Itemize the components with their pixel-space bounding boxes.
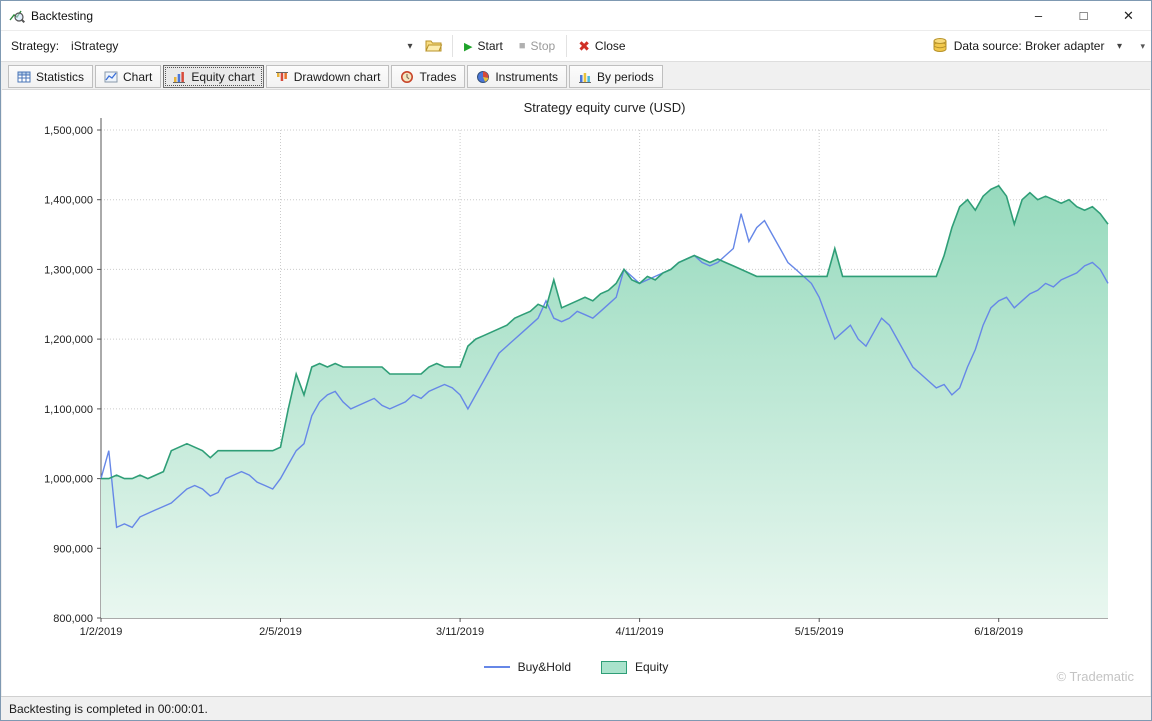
svg-text:900,000: 900,000 <box>53 543 93 555</box>
strategy-value: iStrategy <box>67 39 401 53</box>
svg-text:1,200,000: 1,200,000 <box>44 334 93 346</box>
svg-text:3/11/2019: 3/11/2019 <box>436 626 484 638</box>
tab-drawdown-chart[interactable]: Drawdown chart <box>266 65 390 88</box>
svg-text:6/18/2019: 6/18/2019 <box>974 626 1023 638</box>
legend-label: Buy&Hold <box>518 660 571 674</box>
statistics-icon <box>17 70 31 84</box>
maximize-button[interactable]: □ <box>1061 1 1106 30</box>
datasource-label: Data source: Broker adapter <box>954 39 1105 53</box>
close-window-button[interactable]: ✕ <box>1106 1 1151 30</box>
datasource-icon <box>932 37 948 56</box>
backtesting-window: Backtesting – □ ✕ Strategy: iStrategy ▾ … <box>0 0 1152 721</box>
svg-text:1,100,000: 1,100,000 <box>44 404 93 416</box>
buyhold-line-swatch <box>484 666 510 668</box>
tab-by-periods[interactable]: By periods <box>569 65 663 88</box>
equity-chart-panel: Strategy equity curve (USD) 800,000 900,00… <box>2 89 1150 696</box>
close-icon: ✖ <box>578 38 590 55</box>
legend-label: Equity <box>635 660 668 674</box>
toolbar-separator <box>566 35 567 57</box>
svg-text:5/15/2019: 5/15/2019 <box>795 626 844 638</box>
tab-chart[interactable]: Chart <box>95 65 161 88</box>
svg-text:2/5/2019: 2/5/2019 <box>259 626 302 638</box>
strategy-label: Strategy: <box>11 39 59 53</box>
instruments-icon <box>476 70 490 84</box>
start-icon: ▶ <box>464 40 472 53</box>
close-backtest-button[interactable]: ✖ Close <box>570 33 633 59</box>
titlebar: Backtesting – □ ✕ <box>1 1 1151 31</box>
tab-trades[interactable]: Trades <box>391 65 465 88</box>
tab-statistics[interactable]: Statistics <box>8 65 93 88</box>
tabstrip: Statistics Chart Equity chart Drawdown c… <box>1 62 1151 89</box>
trades-icon <box>400 70 414 84</box>
statusbar: Backtesting is completed in 00:00:01. <box>1 696 1151 720</box>
equity-chart: Strategy equity curve (USD) 800,000 900,00… <box>6 90 1146 646</box>
chevron-down-icon[interactable]: ▾ <box>401 41 419 52</box>
svg-text:1,000,000: 1,000,000 <box>44 474 93 486</box>
open-strategy-button[interactable] <box>419 33 449 59</box>
chart-legend: Buy&Hold Equity <box>2 660 1150 674</box>
svg-text:1,400,000: 1,400,000 <box>44 195 93 207</box>
strategy-combobox[interactable]: iStrategy ▾ <box>67 34 419 58</box>
app-icon <box>9 8 25 24</box>
toolbar-separator <box>452 35 453 57</box>
window-title: Backtesting <box>31 9 93 23</box>
svg-text:1,300,000: 1,300,000 <box>44 264 93 276</box>
datasource-dropdown[interactable]: ▾ <box>1110 41 1128 52</box>
stop-icon: ■ <box>519 40 526 52</box>
svg-text:1/2/2019: 1/2/2019 <box>80 626 123 638</box>
watermark: © Tradematic <box>1057 669 1135 684</box>
tab-equity-chart[interactable]: Equity chart <box>163 65 263 88</box>
legend-item-equity: Equity <box>601 660 668 674</box>
minimize-button[interactable]: – <box>1016 1 1061 30</box>
by-periods-icon <box>578 70 592 84</box>
svg-text:4/11/2019: 4/11/2019 <box>616 626 664 638</box>
drawdown-chart-icon <box>275 70 289 84</box>
svg-text:800,000: 800,000 <box>53 613 93 625</box>
stop-button[interactable]: ■ Stop <box>511 33 563 59</box>
equity-chart-icon <box>172 70 186 84</box>
toolbar: Strategy: iStrategy ▾ ▶ Start ■ Stop ✖ C… <box>1 31 1151 62</box>
chart-icon <box>104 70 118 84</box>
tab-instruments[interactable]: Instruments <box>467 65 567 88</box>
svg-text:Strategy equity curve (USD): Strategy equity curve (USD) <box>524 100 686 115</box>
equity-area-swatch <box>601 661 627 674</box>
folder-icon <box>425 38 443 55</box>
status-text: Backtesting is completed in 00:00:01. <box>9 702 208 716</box>
start-button[interactable]: ▶ Start <box>456 33 511 59</box>
svg-text:1,500,000: 1,500,000 <box>44 125 93 137</box>
legend-item-buyhold: Buy&Hold <box>484 660 571 674</box>
toolbar-overflow-button[interactable]: ▾ <box>1136 39 1149 54</box>
